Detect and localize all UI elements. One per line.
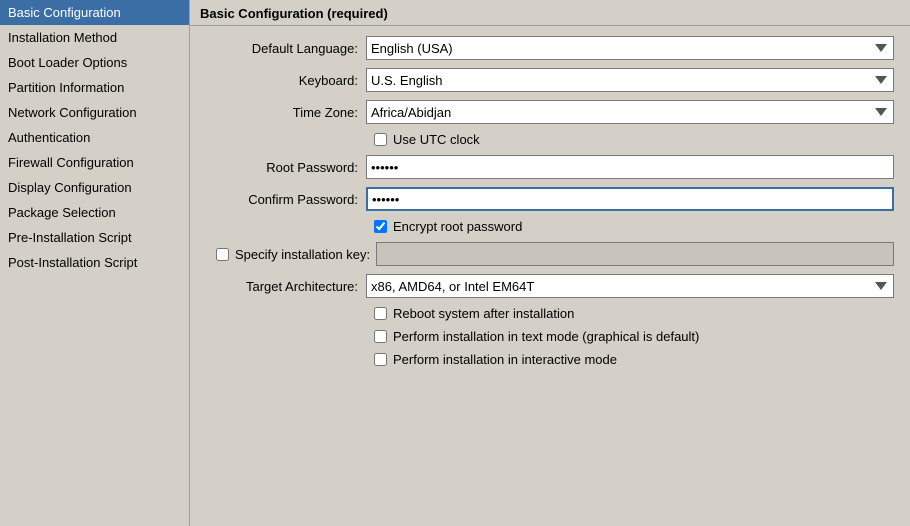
root-password-control (366, 155, 894, 179)
interactive-mode-checkbox[interactable] (374, 353, 387, 366)
main-content: Basic Configuration (required) Default L… (190, 0, 910, 526)
utc-clock-checkbox[interactable] (374, 133, 387, 146)
specify-key-label: Specify installation key: (235, 247, 370, 262)
target-arch-control: x86, AMD64, or Intel EM64T (366, 274, 894, 298)
reboot-row: Reboot system after installation (206, 306, 894, 321)
default-language-label: Default Language: (206, 41, 366, 56)
timezone-select[interactable]: Africa/Abidjan (366, 100, 894, 124)
keyboard-label: Keyboard: (206, 73, 366, 88)
text-mode-label: Perform installation in text mode (graph… (393, 329, 699, 344)
target-arch-select[interactable]: x86, AMD64, or Intel EM64T (366, 274, 894, 298)
sidebar-item-display-configuration[interactable]: Display Configuration (0, 175, 189, 200)
reboot-checkbox[interactable] (374, 307, 387, 320)
sidebar: Basic Configuration Installation Method … (0, 0, 190, 526)
sidebar-item-package-selection[interactable]: Package Selection (0, 200, 189, 225)
root-password-input[interactable] (366, 155, 894, 179)
target-arch-row: Target Architecture: x86, AMD64, or Inte… (206, 274, 894, 298)
specify-key-checkbox[interactable] (216, 248, 229, 261)
keyboard-row: Keyboard: U.S. English (206, 68, 894, 92)
root-password-label: Root Password: (206, 160, 366, 175)
default-language-control: English (USA) (366, 36, 894, 60)
form-area: Default Language: English (USA) Keyboard… (190, 26, 910, 526)
utc-clock-label: Use UTC clock (393, 132, 480, 147)
encrypt-root-checkbox[interactable] (374, 220, 387, 233)
sidebar-item-basic-configuration[interactable]: Basic Configuration (0, 0, 189, 25)
text-mode-checkbox[interactable] (374, 330, 387, 343)
confirm-password-row: Confirm Password: (206, 187, 894, 211)
text-mode-row: Perform installation in text mode (graph… (206, 329, 894, 344)
keyboard-select[interactable]: U.S. English (366, 68, 894, 92)
target-arch-label: Target Architecture: (206, 279, 366, 294)
sidebar-item-partition-information[interactable]: Partition Information (0, 75, 189, 100)
reboot-label: Reboot system after installation (393, 306, 574, 321)
default-language-row: Default Language: English (USA) (206, 36, 894, 60)
default-language-select[interactable]: English (USA) (366, 36, 894, 60)
confirm-password-control (366, 187, 894, 211)
root-password-row: Root Password: (206, 155, 894, 179)
encrypt-root-label: Encrypt root password (393, 219, 522, 234)
sidebar-item-network-configuration[interactable]: Network Configuration (0, 100, 189, 125)
sidebar-item-firewall-configuration[interactable]: Firewall Configuration (0, 150, 189, 175)
section-title: Basic Configuration (required) (190, 0, 910, 26)
specify-key-row: Specify installation key: (206, 242, 894, 266)
encrypt-root-row: Encrypt root password (206, 219, 894, 234)
sidebar-item-post-installation-script[interactable]: Post-Installation Script (0, 250, 189, 275)
timezone-label: Time Zone: (206, 105, 366, 120)
confirm-password-label: Confirm Password: (206, 192, 366, 207)
sidebar-item-boot-loader-options[interactable]: Boot Loader Options (0, 50, 189, 75)
interactive-mode-label: Perform installation in interactive mode (393, 352, 617, 367)
sidebar-item-installation-method[interactable]: Installation Method (0, 25, 189, 50)
timezone-control: Africa/Abidjan (366, 100, 894, 124)
timezone-row: Time Zone: Africa/Abidjan (206, 100, 894, 124)
specify-key-input[interactable] (376, 242, 894, 266)
sidebar-item-pre-installation-script[interactable]: Pre-Installation Script (0, 225, 189, 250)
interactive-mode-row: Perform installation in interactive mode (206, 352, 894, 367)
confirm-password-input[interactable] (366, 187, 894, 211)
sidebar-item-authentication[interactable]: Authentication (0, 125, 189, 150)
keyboard-control: U.S. English (366, 68, 894, 92)
utc-clock-row: Use UTC clock (206, 132, 894, 147)
